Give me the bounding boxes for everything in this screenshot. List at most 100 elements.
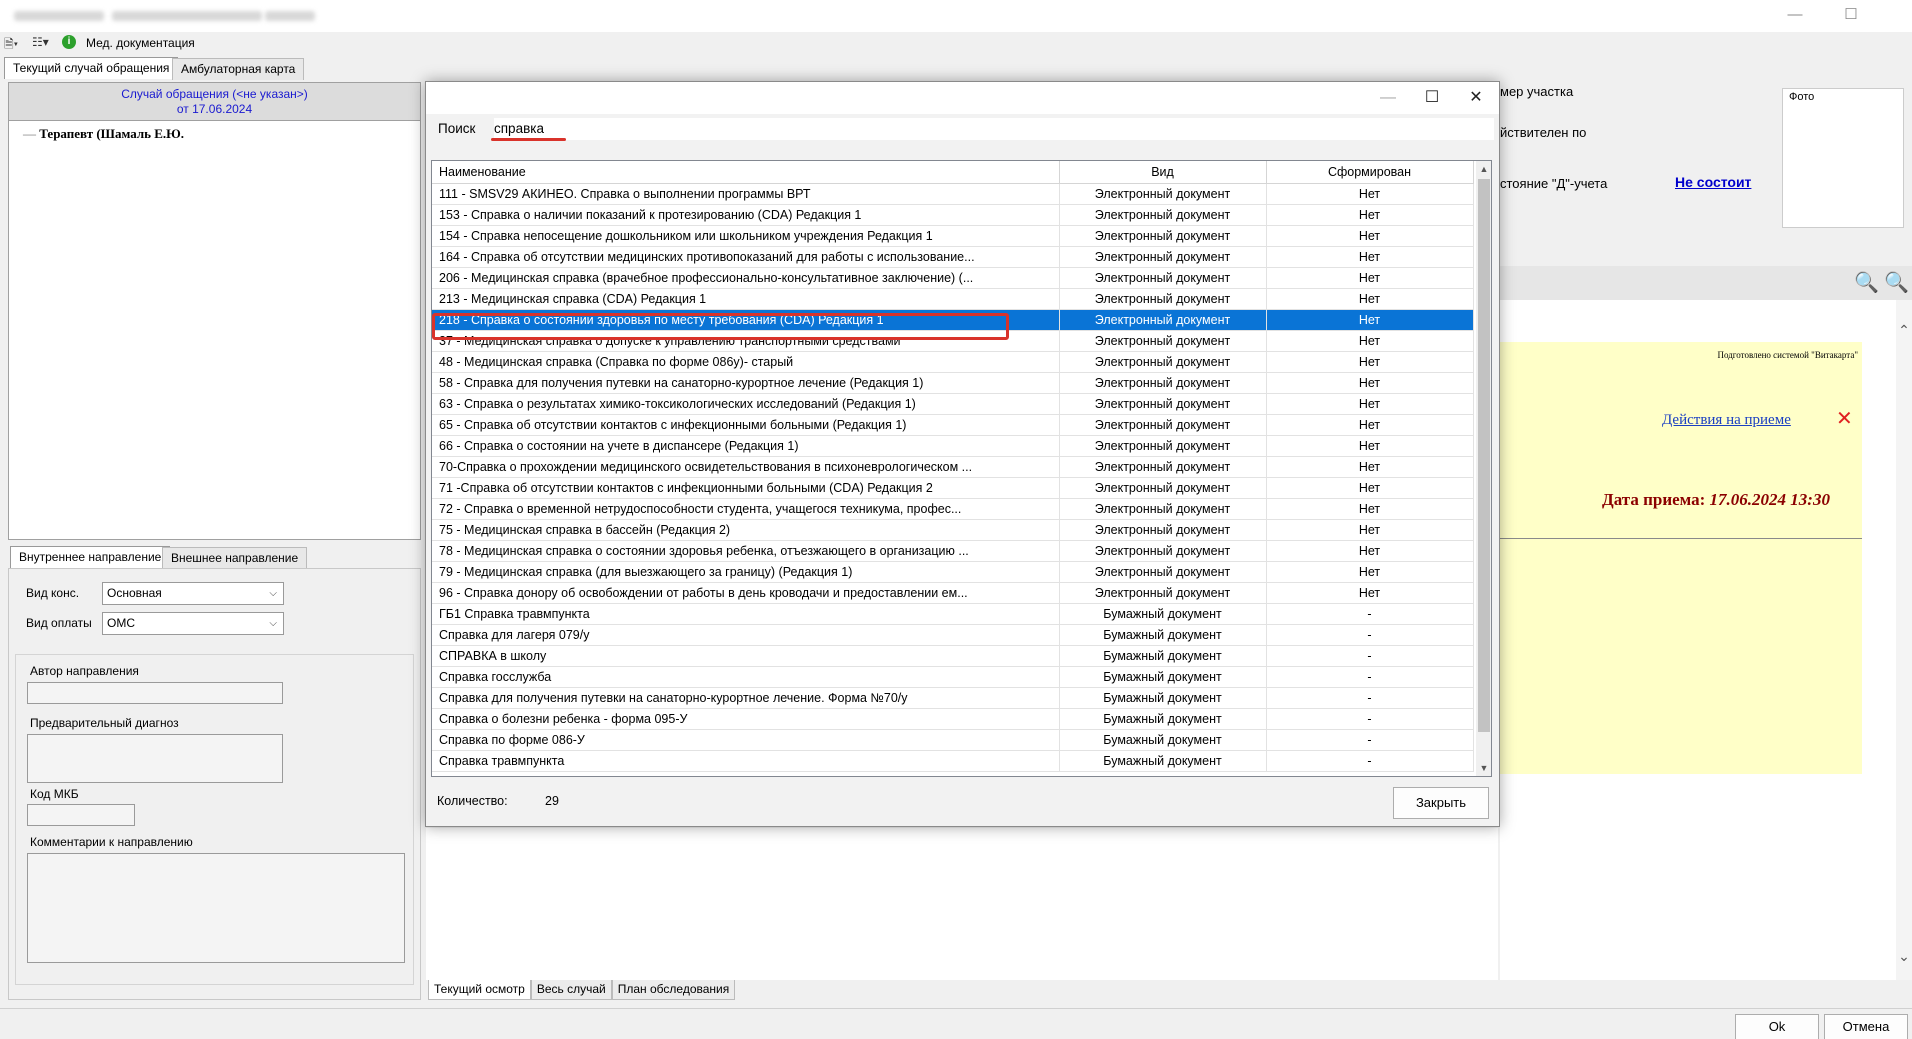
row-formed-cell: Нет — [1266, 456, 1474, 478]
list-icon[interactable]: ☷▾ — [32, 35, 49, 49]
tree-line: — — [23, 126, 40, 141]
close-button[interactable]: Закрыть — [1393, 787, 1489, 819]
vid-kons-label: Вид конс. — [26, 586, 80, 600]
main-content-area — [426, 828, 1498, 980]
close-icon[interactable]: ✕ — [1836, 406, 1853, 431]
tab-outpatient-card[interactable]: Амбулаторная карта — [172, 58, 305, 80]
tab-current-case[interactable]: Текущий случай обращения — [4, 57, 179, 79]
photo-label: Фото — [1789, 91, 1815, 103]
table-row[interactable]: 78 - Медицинская справка о состоянии здо… — [432, 540, 1474, 562]
row-type-cell: Бумажный документ — [1059, 603, 1267, 625]
patient-info-panel: мер участка йствителен по стояние "Д"-уч… — [1500, 80, 1912, 260]
dialog-maximize-button[interactable]: ☐ — [1409, 82, 1455, 114]
table-row[interactable]: Справка для получения путевки на санатор… — [432, 687, 1474, 709]
photo-box: Фото — [1782, 88, 1904, 228]
row-type-cell: Электронный документ — [1059, 246, 1267, 268]
table-row[interactable]: 65 - Справка об отсутствии контактов с и… — [432, 414, 1474, 436]
case-header[interactable]: Случай обращения (<не указан>) от 17.06.… — [9, 83, 420, 121]
dialog-close-button[interactable]: ✕ — [1453, 82, 1499, 114]
actions-link[interactable]: Действия на приеме — [1662, 412, 1791, 429]
table-row[interactable]: 70-Справка о прохождении медицинского ос… — [432, 456, 1474, 478]
table-row[interactable]: 37 - Медицинская справка о допуске к упр… — [432, 330, 1474, 352]
row-name-cell: 48 - Медицинская справка (Справка по фор… — [432, 351, 1060, 373]
scroll-thumb[interactable] — [1478, 179, 1490, 732]
table-row[interactable]: 75 - Медицинская справка в бассейн (Реда… — [432, 519, 1474, 541]
row-name-cell: Справка травмпункта — [432, 750, 1060, 772]
table-row[interactable]: 71 -Справка об отсутствии контактов с ин… — [432, 477, 1474, 499]
author-field[interactable] — [27, 682, 283, 704]
table-row[interactable]: Справка травмпункта Бумажный документ - — [432, 750, 1474, 772]
mkb-field[interactable] — [27, 804, 135, 826]
table-row[interactable]: СПРАВКА в школу Бумажный документ - — [432, 645, 1474, 667]
comment-field[interactable] — [27, 853, 405, 963]
cancel-button[interactable]: Отмена — [1824, 1014, 1908, 1039]
table-row[interactable]: 213 - Медицинская справка (CDA) Редакция… — [432, 288, 1474, 310]
med-docs-menu[interactable]: Мед. документация — [86, 36, 195, 50]
table-row[interactable]: 96 - Справка донору об освобождении от р… — [432, 582, 1474, 604]
row-formed-cell: Нет — [1266, 246, 1474, 268]
row-formed-cell: Нет — [1266, 393, 1474, 415]
column-header-name[interactable]: Наименование — [432, 161, 1060, 184]
row-name-cell: 206 - Медицинская справка (врачебное про… — [432, 267, 1060, 289]
vid-oplaty-select[interactable]: ОМС ⌵ — [102, 612, 284, 635]
table-row[interactable]: 154 - Справка непосещение дошкольником и… — [432, 225, 1474, 247]
table-row[interactable]: ГБ1 Справка травмпункта Бумажный документ… — [432, 603, 1474, 625]
row-name-cell: 58 - Справка для получения путевки на са… — [432, 372, 1060, 394]
table-row[interactable]: Справка для лагеря 079/у Бумажный докумен… — [432, 624, 1474, 646]
tree-item-therapist[interactable]: — Терапевт (Шамаль Е.Ю. — [23, 126, 184, 142]
vid-kons-value: Основная — [107, 586, 162, 600]
tab-current-exam[interactable]: Текущий осмотр — [428, 980, 531, 1000]
row-formed-cell: Нет — [1266, 540, 1474, 562]
info-icon[interactable]: i — [62, 35, 76, 49]
vid-kons-select[interactable]: Основная ⌵ — [102, 582, 284, 605]
zoom-in-icon[interactable]: 🔍 — [1854, 270, 1879, 295]
zoom-out-icon[interactable]: 🔍 — [1884, 270, 1909, 295]
ne-sostoit-link[interactable]: Не состоит — [1675, 174, 1751, 190]
table-row[interactable]: 164 - Справка об отсутствии медицинских … — [432, 246, 1474, 268]
diag-field[interactable] — [27, 734, 283, 783]
document-icon[interactable]: 🗎▾ — [4, 35, 18, 56]
table-row[interactable]: 72 - Справка о временной нетрудоспособно… — [432, 498, 1474, 520]
search-input[interactable]: справка — [494, 118, 1494, 140]
search-underline-mark — [491, 138, 566, 141]
ok-button[interactable]: Ok — [1735, 1014, 1819, 1039]
column-header-type[interactable]: Вид — [1059, 161, 1267, 184]
tab-internal-referral[interactable]: Внутреннее направление — [10, 546, 171, 568]
table-row[interactable]: 79 - Медицинская справка (для выезжающег… — [432, 561, 1474, 583]
report-yellow-panel: Подготовлено системой "Витакарта" Действ… — [1500, 342, 1862, 774]
table-row[interactable]: 218 - Справка о состоянии здоровья по ме… — [432, 309, 1474, 331]
table-row[interactable]: 66 - Справка о состоянии на учете в дисп… — [432, 435, 1474, 457]
tab-whole-case[interactable]: Весь случай — [530, 980, 612, 1000]
row-formed-cell: - — [1266, 624, 1474, 646]
dialog-minimize-button[interactable]: — — [1365, 82, 1411, 114]
scroll-down-icon[interactable]: ▼ — [1476, 760, 1491, 776]
report-scrollbar[interactable]: ⌃ ⌄ — [1896, 300, 1912, 980]
column-header-formed[interactable]: Сформирован — [1266, 161, 1474, 184]
uchastok-label: мер участка — [1500, 84, 1574, 99]
tab-external-referral[interactable]: Внешнее направление — [162, 547, 308, 569]
table-row[interactable]: Справка о болезни ребенка - форма 095-У Б… — [432, 708, 1474, 730]
table-row[interactable]: 48 - Медицинская справка (Справка по фор… — [432, 351, 1474, 373]
table-row[interactable]: Справка по форме 086-У Бумажный документ - — [432, 729, 1474, 751]
chevron-down-icon: ⌵ — [269, 588, 277, 599]
table-row[interactable]: 63 - Справка о результатах химико-токсик… — [432, 393, 1474, 415]
table-row[interactable]: 111 - SMSV29 АКИНЕО. Справка о выполнени… — [432, 183, 1474, 205]
scroll-down-icon[interactable]: ⌄ — [1896, 948, 1912, 964]
scroll-up-icon[interactable]: ▲ — [1476, 161, 1491, 177]
row-name-cell: 75 - Медицинская справка в бассейн (Реда… — [432, 519, 1060, 541]
row-name-cell: 37 - Медицинская справка о допуске к упр… — [432, 330, 1060, 352]
row-formed-cell: - — [1266, 603, 1474, 625]
table-row[interactable]: 153 - Справка о наличии показаний к прот… — [432, 204, 1474, 226]
document-search-dialog: — ☐ ✕ Поиск справка Наименование Вид Сфо… — [425, 81, 1500, 827]
minimize-button[interactable]: — — [1772, 0, 1818, 30]
table-row[interactable]: 58 - Справка для получения путевки на са… — [432, 372, 1474, 394]
table-row[interactable]: Справка госслужба Бумажный документ - — [432, 666, 1474, 688]
scroll-up-icon[interactable]: ⌃ — [1896, 322, 1912, 338]
table-row[interactable]: 206 - Медицинская справка (врачебное про… — [432, 267, 1474, 289]
row-formed-cell: Нет — [1266, 225, 1474, 247]
row-formed-cell: - — [1266, 708, 1474, 730]
maximize-button[interactable]: ☐ — [1828, 0, 1874, 30]
blurred-title — [112, 11, 262, 21]
grid-scrollbar[interactable]: ▲ ▼ — [1476, 161, 1491, 776]
tab-exam-plan[interactable]: План обследования — [611, 980, 736, 1000]
